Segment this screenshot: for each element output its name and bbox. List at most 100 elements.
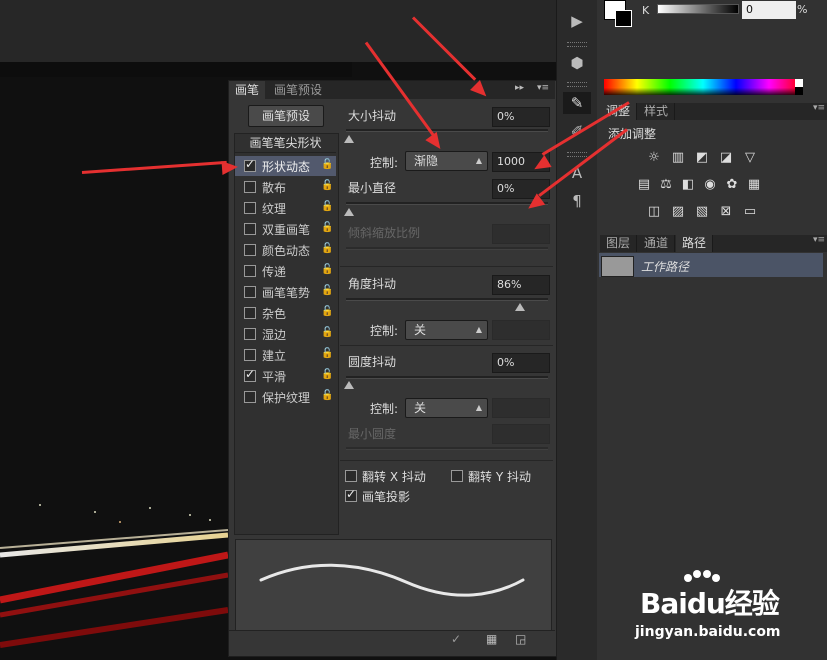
brush-setting-item[interactable]: 传递 🔓 [235,261,336,281]
roundness-jitter-knob[interactable] [344,381,354,389]
brush-setting-item[interactable]: 湿边 🔓 [235,324,336,344]
threshold-icon[interactable]: ▧ [694,205,710,219]
color-lookup-icon[interactable]: ▦ [746,178,762,192]
dock-grip[interactable] [567,82,587,87]
posterize-icon[interactable]: ▨ [670,205,686,219]
brightness-icon[interactable]: ☼ [646,151,662,165]
setting-checkbox[interactable] [244,349,256,361]
background-color-swatch[interactable] [615,10,632,27]
brush-setting-item[interactable]: 保护纹理 🔓 [235,387,336,407]
brush-projection-checkbox[interactable] [345,487,357,502]
exposure-icon[interactable]: ◪ [718,151,734,165]
setting-checkbox[interactable] [244,244,256,256]
selective-color-icon[interactable]: ⊠ [718,205,734,219]
brush-tip-shape[interactable]: 画笔笔尖形状 [235,134,336,153]
setting-checkbox[interactable] [244,328,256,340]
lock-icon[interactable]: 🔓 [321,369,333,380]
tab-brush[interactable]: 画笔 [229,81,266,99]
brush-setting-item[interactable]: 双重画笔 🔓 [235,219,336,239]
k-value-field[interactable]: 0 [742,1,796,19]
setting-checkbox[interactable] [244,307,256,319]
lock-icon[interactable]: 🔓 [321,306,333,317]
color-spectrum[interactable] [604,79,802,95]
path-thumbnail [601,256,634,277]
invert-icon[interactable]: ◫ [646,205,662,219]
tab-layers[interactable]: 图层 [600,235,638,252]
curves-icon[interactable]: ◩ [694,151,710,165]
min-diameter-field[interactable]: 0% [492,179,550,199]
angle-jitter-field[interactable]: 86% [492,275,550,295]
divider [340,345,553,346]
size-jitter-field[interactable]: 0% [492,107,550,127]
angle-control-dropdown[interactable]: 关 ▲ [405,320,488,340]
roundness-jitter-slider[interactable] [346,376,548,379]
lock-icon[interactable]: 🔓 [321,222,333,233]
setting-checkbox[interactable] [244,157,256,172]
brush-setting-item[interactable]: 纹理 🔓 [235,198,336,218]
lock-icon[interactable]: 🔓 [321,327,333,338]
brush-setting-item[interactable]: 形状动态 🔓 [235,156,336,176]
min-diameter-knob[interactable] [344,208,354,216]
lock-icon[interactable]: 🔓 [321,348,333,359]
panel-menu-icon[interactable]: ▾≡ [813,103,825,113]
vibrance-icon[interactable]: ▽ [742,151,758,165]
black-white-icon[interactable]: ◧ [680,178,696,192]
angle-jitter-knob[interactable] [514,303,525,311]
levels-icon[interactable]: ▥ [670,151,686,165]
play-icon[interactable]: ▶ [563,10,591,32]
paragraph-icon[interactable]: ¶ [563,190,591,212]
channel-mixer-icon[interactable]: ✿ [724,178,740,192]
brush-setting-item[interactable]: 杂色 🔓 [235,303,336,323]
lock-icon[interactable]: 🔓 [321,201,333,212]
brush-panel-icon[interactable]: ✎ [563,92,591,114]
brush-setting-item[interactable]: 建立 🔓 [235,345,336,365]
brush-setting-item[interactable]: 画笔笔势 🔓 [235,282,336,302]
k-slider[interactable] [657,4,739,14]
tab-paths[interactable]: 路径 [676,235,714,252]
brush-presets-button[interactable]: 画笔预设 [248,105,324,127]
angle-jitter-slider[interactable] [346,298,548,301]
lock-icon[interactable]: 🔓 [321,285,333,296]
gradient-map-icon[interactable]: ▭ [742,205,758,219]
tab-channels[interactable]: 通道 [638,235,676,252]
size-jitter-slider[interactable] [346,129,548,132]
setting-checkbox[interactable] [244,265,256,277]
hue-saturation-icon[interactable]: ▤ [636,178,652,192]
setting-checkbox[interactable] [244,223,256,235]
min-roundness-label: 最小圆度 [348,427,397,441]
setting-checkbox[interactable] [244,367,256,382]
lock-icon[interactable]: 🔓 [321,243,333,254]
lock-icon[interactable]: 🔓 [321,264,333,275]
panel-menu-icon[interactable]: ▾≡ [537,83,549,93]
bw-swatch[interactable] [795,79,803,95]
min-diameter-slider[interactable] [346,202,548,205]
lock-icon[interactable]: 🔓 [321,159,333,170]
toggle-live-tip-icon[interactable]: ✓ [451,632,461,646]
grid-icon[interactable]: ▦ [486,632,497,646]
roundness-control-dropdown[interactable]: 关 ▲ [405,398,488,418]
dock-grip[interactable] [567,152,587,157]
panel-menu-icon[interactable]: ▾≡ [813,235,825,245]
3d-cube-icon[interactable]: ⬢ [563,52,591,74]
roundness-jitter-field[interactable]: 0% [492,353,550,373]
tab-styles[interactable]: 样式 [638,103,676,120]
size-jitter-knob[interactable] [344,135,354,143]
collapse-icon[interactable]: ▸▸ [515,83,524,93]
brush-setting-item[interactable]: 平滑 🔓 [235,366,336,386]
lock-icon[interactable]: 🔓 [321,180,333,191]
dock-grip[interactable] [567,42,587,47]
brush-setting-item[interactable]: 散布 🔓 [235,177,336,197]
photo-filter-icon[interactable]: ◉ [702,178,718,192]
lock-icon[interactable]: 🔓 [321,390,333,401]
brush-setting-item[interactable]: 颜色动态 🔓 [235,240,336,260]
setting-checkbox[interactable] [244,181,256,193]
flip-y-checkbox[interactable] [451,470,463,482]
size-control-dropdown[interactable]: 渐隐 ▲ [405,151,488,171]
setting-checkbox[interactable] [244,286,256,298]
new-brush-icon[interactable]: ◲ [515,632,526,646]
setting-checkbox[interactable] [244,202,256,214]
flip-x-checkbox[interactable] [345,470,357,482]
setting-checkbox[interactable] [244,391,256,403]
color-balance-icon[interactable]: ⚖ [658,178,674,192]
tab-brush-presets[interactable]: 画笔预设 [268,81,328,99]
